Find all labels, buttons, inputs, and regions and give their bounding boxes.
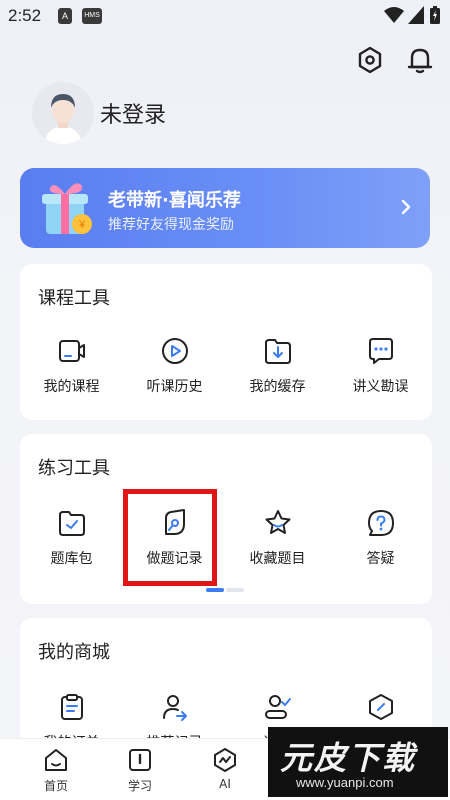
- highlight-annotation: [123, 489, 217, 586]
- question-bubble-icon: [367, 510, 394, 536]
- tab-label: 首页: [43, 779, 68, 793]
- folder-check-icon: [58, 511, 85, 536]
- tab-label: AI: [219, 777, 231, 791]
- page-indicator: [206, 588, 244, 592]
- my-courses-button[interactable]: 我的课程: [20, 336, 123, 396]
- svg-text:¥: ¥: [78, 219, 86, 231]
- banner-title: 老带新·喜闻乐荐: [108, 190, 241, 211]
- clipboard-icon: [60, 694, 83, 720]
- page-dot: [226, 588, 244, 592]
- tool-label: 听课历史: [146, 379, 203, 395]
- course-tools-card: 课程工具 我的课程 听课历史 我的缓存 讲义勘误: [20, 264, 432, 420]
- my-cache-button[interactable]: 我的缓存: [226, 336, 329, 396]
- tool-label: 题库包: [50, 551, 93, 567]
- avatar[interactable]: [32, 82, 94, 144]
- book-icon: [129, 749, 151, 771]
- login-status-text[interactable]: 未登录: [100, 97, 166, 129]
- chat-dots-icon: [368, 338, 393, 364]
- user-check-icon: [264, 695, 291, 719]
- watermark-url: www.yuanpi.com: [296, 775, 394, 790]
- status-badge-hms: HMS: [82, 8, 102, 24]
- favorite-questions-button[interactable]: 收藏题目: [226, 508, 329, 568]
- tool-label: 我的课程: [43, 379, 100, 395]
- course-tools-title: 课程工具: [38, 288, 110, 309]
- hexagon-settings-icon[interactable]: [352, 42, 388, 78]
- tab-label: 学习: [127, 779, 152, 793]
- status-time: 2:52: [8, 6, 42, 25]
- mall-more-button[interactable]: [329, 692, 432, 732]
- watermark-overlay: 元皮下载 www.yuanpi.com: [268, 727, 448, 797]
- battery-icon: [430, 6, 440, 24]
- my-mall-title: 我的商城: [38, 642, 110, 663]
- chevron-right-icon: [401, 199, 411, 215]
- qa-button[interactable]: 答疑: [329, 508, 432, 568]
- download-folder-icon: [264, 339, 291, 364]
- tool-label: 答疑: [366, 551, 395, 567]
- hexagon-icon: [368, 694, 393, 720]
- user-arrow-icon: [162, 695, 187, 721]
- watermark-text: 元皮下载: [280, 739, 417, 777]
- video-camera-icon: [58, 340, 85, 362]
- practice-tools-card: 练习工具 题库包 做题记录 收藏题目 答疑: [20, 434, 432, 604]
- signal-icon: [408, 6, 424, 24]
- status-bar: 2:52 A HMS: [0, 0, 450, 34]
- referral-banner[interactable]: ¥ 老带新·喜闻乐荐 推荐好友得现金奖励: [20, 168, 430, 248]
- tab-study[interactable]: 学习: [110, 747, 170, 794]
- wifi-icon: [384, 7, 404, 23]
- tool-label: 讲义勘误: [352, 379, 409, 395]
- home-icon: [45, 749, 67, 771]
- practice-tools-title: 练习工具: [38, 458, 110, 479]
- page-dot-active: [206, 588, 224, 592]
- tab-home[interactable]: 首页: [26, 747, 86, 794]
- tool-label: 收藏题目: [249, 551, 306, 567]
- bell-icon[interactable]: [402, 42, 438, 78]
- handout-errata-button[interactable]: 讲义勘误: [329, 336, 432, 396]
- course-history-button[interactable]: 听课历史: [123, 336, 226, 396]
- play-circle-icon: [161, 338, 188, 364]
- tool-label: 我的缓存: [249, 379, 306, 395]
- ai-wave-icon: [214, 748, 236, 772]
- star-icon: [265, 510, 290, 534]
- tab-ai[interactable]: AI: [195, 747, 255, 791]
- gift-box-icon: ¥: [42, 183, 92, 234]
- question-bank-button[interactable]: 题库包: [20, 508, 123, 568]
- status-badge-a: A: [58, 8, 72, 24]
- banner-subtitle: 推荐好友得现金奖励: [108, 217, 234, 233]
